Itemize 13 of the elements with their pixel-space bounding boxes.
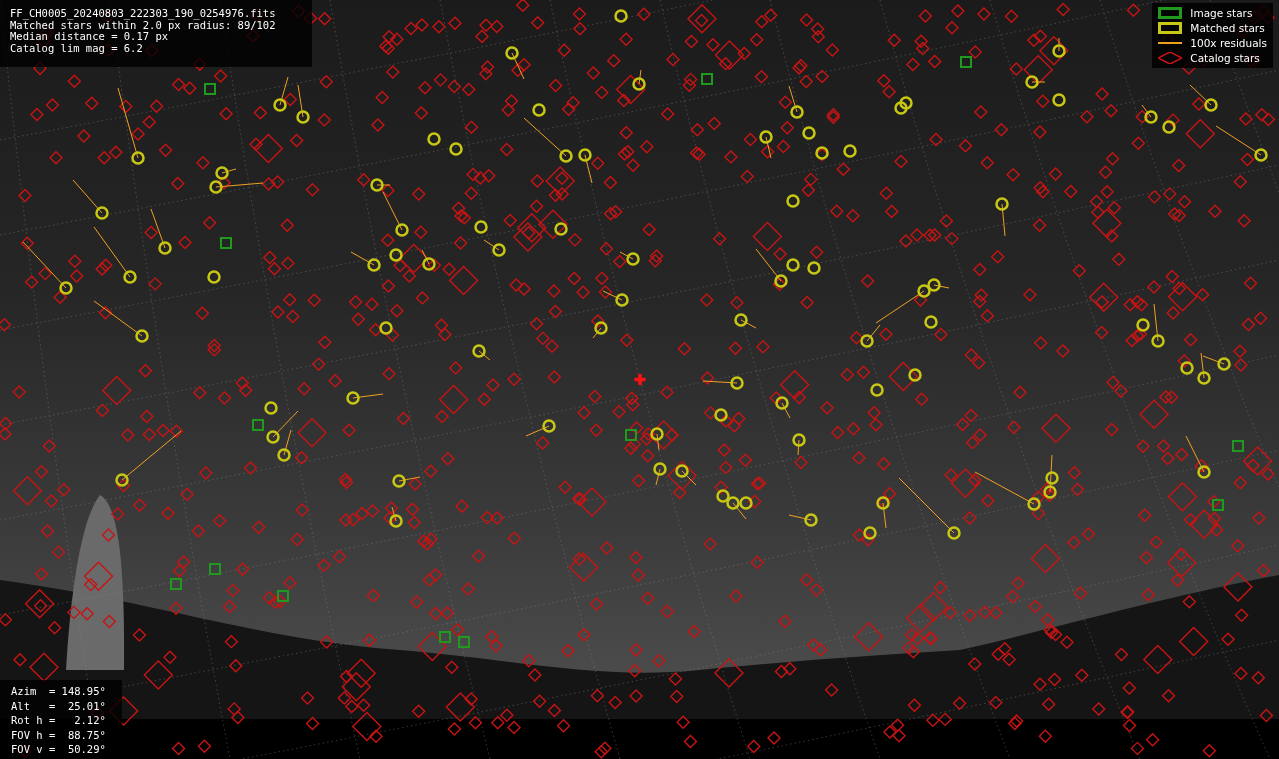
pointing-text: Alt = 25.01° (11, 698, 106, 713)
legend-label: Matched stars (1190, 21, 1265, 35)
pointing-text: FOV h = 88.75° (11, 727, 106, 742)
pointing-text: Rot h = 2.12° (11, 713, 106, 728)
pointing-text: FOV v = 50.29° (11, 742, 106, 757)
legend-label: 100x residuals (1190, 36, 1267, 50)
legend-label: Image stars (1190, 6, 1253, 20)
info-text: Matched stars within 2.0 px radius: 89/102 (10, 19, 276, 31)
legend-label: Catalog stars (1190, 51, 1260, 65)
pointing-text: Azim = 148.95° (11, 684, 106, 699)
info-text: Catalog lim mag = 6.2 (10, 42, 143, 54)
info-text: Median distance = 0.17 px (10, 31, 169, 43)
info-text: FF_CH0005_20240803_222303_190_0254976.fits (10, 8, 276, 20)
